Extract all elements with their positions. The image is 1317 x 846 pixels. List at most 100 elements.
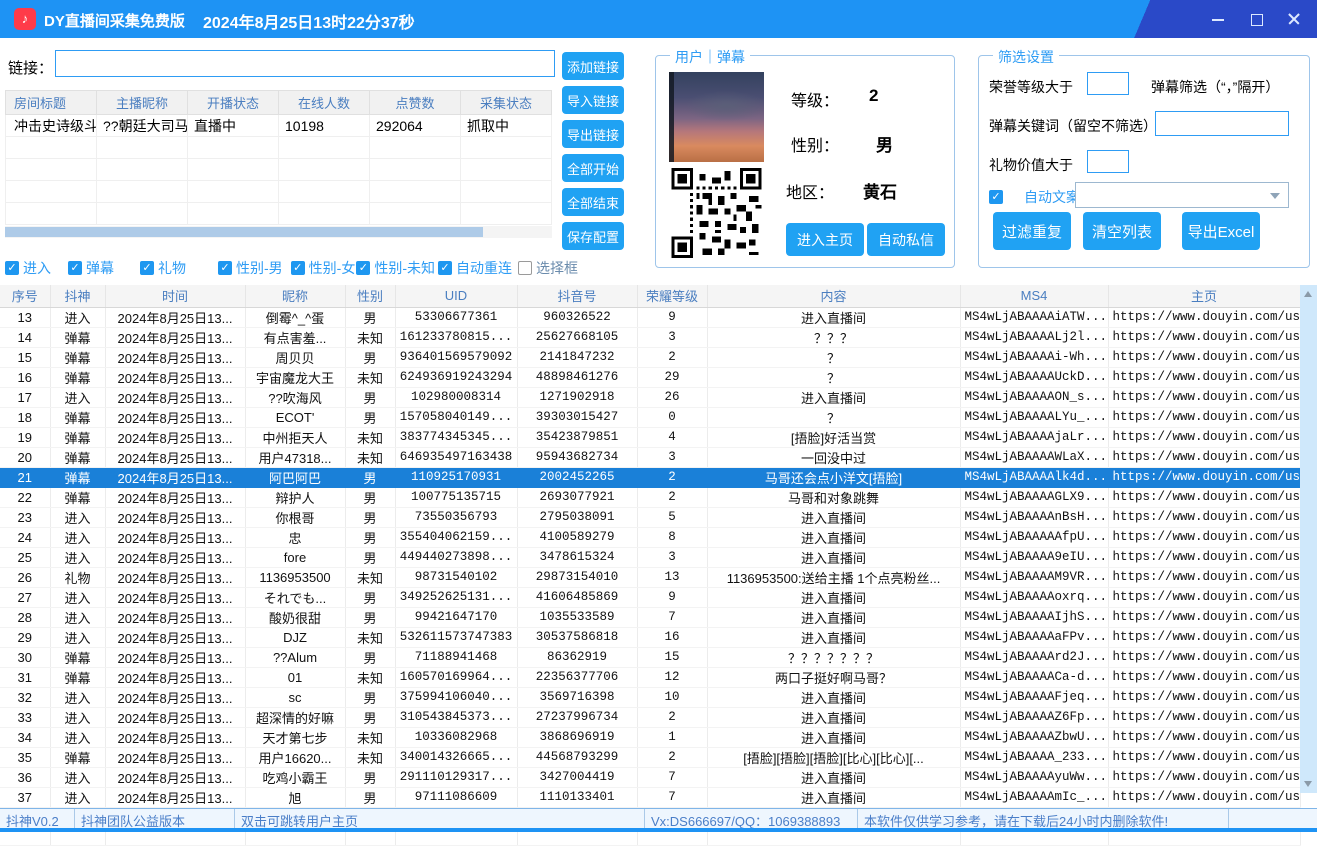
table-row[interactable]: 26礼物2024年8月25日13...1136953500未知987315401… — [0, 567, 1300, 587]
checkbox-checked-icon[interactable]: ✓ — [68, 261, 82, 275]
clear-list-button[interactable]: 清空列表 — [1083, 212, 1161, 250]
room-table: 房间标题主播昵称开播状态在线人数点赞数采集状态 冲击史诗级斗...??朝廷大司马… — [5, 90, 552, 225]
room-column-header[interactable]: 开播状态 — [188, 91, 279, 115]
table-row[interactable]: 16弹幕2024年8月25日13...宇宙魔龙大王未知6249369192432… — [0, 367, 1300, 387]
goto-homepage-button[interactable]: 进入主页 — [786, 223, 864, 256]
toggle-option-2[interactable]: ✓弹幕 — [68, 258, 114, 278]
table-row[interactable]: 34进入2024年8月25日13...天才第七步未知10336082968386… — [0, 727, 1300, 747]
room-column-header[interactable]: 主播昵称 — [97, 91, 188, 115]
toggle-option-6[interactable]: ✓性别-未知 — [356, 258, 435, 278]
table-row[interactable]: 21弹幕2024年8月25日13...阿巴阿巴男1109251709312002… — [0, 467, 1300, 487]
honor-level-input[interactable] — [1087, 72, 1129, 95]
keyword-input[interactable] — [1155, 111, 1289, 136]
checkbox-checked-icon[interactable]: ✓ — [5, 261, 19, 275]
room-column-header[interactable]: 采集状态 — [461, 91, 552, 115]
checkbox-checked-icon[interactable]: ✓ — [356, 261, 370, 275]
checkbox-unchecked-icon[interactable] — [518, 261, 532, 275]
add-link-button[interactable]: 添加链接 — [562, 52, 624, 80]
room-table-row[interactable]: 冲击史诗级斗...??朝廷大司马??直播中10198292064抓取中 — [6, 115, 552, 137]
room-column-header[interactable]: 在线人数 — [279, 91, 370, 115]
gift-value-input[interactable] — [1087, 150, 1129, 173]
column-header[interactable]: 时间 — [105, 285, 245, 307]
window-title: DY直播间采集免费版 — [44, 10, 185, 31]
column-header[interactable]: 荣耀等级 — [637, 285, 707, 307]
toggle-option-3[interactable]: ✓ 礼物 — [140, 258, 186, 278]
toggle-option-1[interactable]: ✓进入 — [5, 258, 51, 278]
stop-all-button[interactable]: 全部结束 — [562, 188, 624, 216]
table-row[interactable]: 32进入2024年8月25日13...sc男375994106040...356… — [0, 687, 1300, 707]
table-row[interactable]: 18弹幕2024年8月25日13...ECOT'男157058040149...… — [0, 407, 1300, 427]
link-input[interactable] — [55, 50, 555, 77]
column-header[interactable]: 昵称 — [245, 285, 345, 307]
table-row[interactable]: 23进入2024年8月25日13...你根哥男73550356793279503… — [0, 507, 1300, 527]
column-header[interactable]: 抖音号 — [517, 285, 637, 307]
column-header[interactable]: MS4 — [960, 285, 1108, 307]
auto-text-label: 自动文案 — [1024, 187, 1080, 207]
table-row[interactable]: 27进入2024年8月25日13...それでも...男349252625131.… — [0, 587, 1300, 607]
filter-duplicates-button[interactable]: 过滤重复 — [993, 212, 1071, 250]
toggle-label: 礼物 — [158, 258, 186, 278]
checkbox-checked-icon[interactable]: ✓ — [438, 261, 452, 275]
minimize-icon[interactable] — [1211, 12, 1225, 26]
table-row[interactable]: 28进入2024年8月25日13...酸奶很甜男9942164717010355… — [0, 607, 1300, 627]
table-row[interactable]: 31弹幕2024年8月25日13...01未知160570169964...22… — [0, 667, 1300, 687]
room-table-row[interactable] — [6, 137, 552, 159]
table-row[interactable]: 29进入2024年8月25日13...DJZ未知5326115737473833… — [0, 627, 1300, 647]
table-row[interactable]: 15弹幕2024年8月25日13...周贝贝男93640156957909221… — [0, 347, 1300, 367]
save-config-button[interactable]: 保存配置 — [562, 222, 624, 250]
user-panel-title: 用户｜弹幕 — [670, 47, 750, 67]
table-row[interactable]: 20弹幕2024年8月25日13...用户47318...未知646935497… — [0, 447, 1300, 467]
room-table-row[interactable] — [6, 181, 552, 203]
toggle-option-5[interactable]: ✓性别-女 — [291, 258, 356, 278]
column-header[interactable]: 性别 — [345, 285, 395, 307]
start-all-button[interactable]: 全部开始 — [562, 154, 624, 182]
table-row[interactable]: 35弹幕2024年8月25日13...用户16620...未知340014326… — [0, 747, 1300, 767]
table-row[interactable]: 19弹幕2024年8月25日13...中州拒天人未知383774345345..… — [0, 427, 1300, 447]
export-excel-button[interactable]: 导出Excel — [1182, 212, 1260, 250]
auto-message-button[interactable]: 自动私信 — [867, 223, 945, 256]
checkbox-checked-icon[interactable]: ✓ — [218, 261, 232, 275]
column-header[interactable]: 序号 — [0, 285, 50, 307]
auto-text-checkbox[interactable]: ✓ 自动文案 — [989, 187, 1080, 207]
column-header[interactable]: 主页 — [1108, 285, 1300, 307]
room-table-row[interactable] — [6, 203, 552, 225]
toggle-option-7[interactable]: ✓自动重连 — [438, 258, 512, 278]
column-header[interactable]: 内容 — [707, 285, 960, 307]
table-row[interactable]: 24进入2024年8月25日13...忠男355404062159...4100… — [0, 527, 1300, 547]
checkbox-checked-icon[interactable]: ✓ — [140, 261, 154, 275]
table-row[interactable]: 25进入2024年8月25日13...fore男449440273898...3… — [0, 547, 1300, 567]
table-row[interactable]: 13进入2024年8月25日13...倒霉^_^蛋男53306677361960… — [0, 307, 1300, 327]
import-links-button[interactable]: 导入链接 — [562, 86, 624, 114]
maximize-icon[interactable] — [1249, 12, 1263, 26]
scroll-down-icon[interactable] — [1304, 781, 1312, 787]
status-section: 本软件仅供学习参考，请在下载后24小时内删除软件! — [858, 809, 1229, 828]
table-row[interactable]: 22弹幕2024年8月25日13...辩护人男10077513571526930… — [0, 487, 1300, 507]
table-row[interactable]: 30弹幕2024年8月25日13...??Alum男71188941468863… — [0, 647, 1300, 667]
room-table-hscrollbar[interactable] — [5, 226, 552, 238]
table-row[interactable]: 17进入2024年8月25日13...??吹海风男102980008314127… — [0, 387, 1300, 407]
table-row[interactable]: 14弹幕2024年8月25日13...有点害羞...未知161233780815… — [0, 327, 1300, 347]
scroll-up-icon[interactable] — [1304, 291, 1312, 297]
table-row[interactable]: 36进入2024年8月25日13...吃鸡小霸王男291110129317...… — [0, 767, 1300, 787]
toggle-label: 性别-男 — [236, 258, 283, 278]
auto-text-combobox[interactable] — [1075, 182, 1289, 208]
table-row[interactable]: 37进入2024年8月25日13...旭男9711108660911101334… — [0, 787, 1300, 807]
main-table-vscrollbar[interactable] — [1300, 285, 1317, 793]
column-header[interactable]: 抖神 — [50, 285, 105, 307]
toggle-option-4[interactable]: ✓ 性别-男 — [218, 258, 283, 278]
room-column-header[interactable]: 点赞数 — [370, 91, 461, 115]
room-column-header[interactable]: 房间标题 — [6, 91, 97, 115]
checkbox-checked-icon[interactable]: ✓ — [291, 261, 305, 275]
close-icon[interactable] — [1287, 12, 1301, 26]
hscrollbar-thumb[interactable] — [5, 227, 483, 237]
gender-value: 男 — [876, 131, 893, 156]
chevron-down-icon — [1270, 193, 1280, 199]
level-value: 2 — [869, 86, 878, 106]
room-table-row[interactable] — [6, 159, 552, 181]
column-header[interactable]: UID — [395, 285, 517, 307]
window-controls — [1211, 12, 1301, 26]
table-row[interactable]: 33进入2024年8月25日13...超深情的好嘛男310543845373..… — [0, 707, 1300, 727]
user-avatar — [669, 72, 764, 162]
toggle-option-8[interactable]: 选择框 — [518, 258, 578, 278]
export-links-button[interactable]: 导出链接 — [562, 120, 624, 148]
